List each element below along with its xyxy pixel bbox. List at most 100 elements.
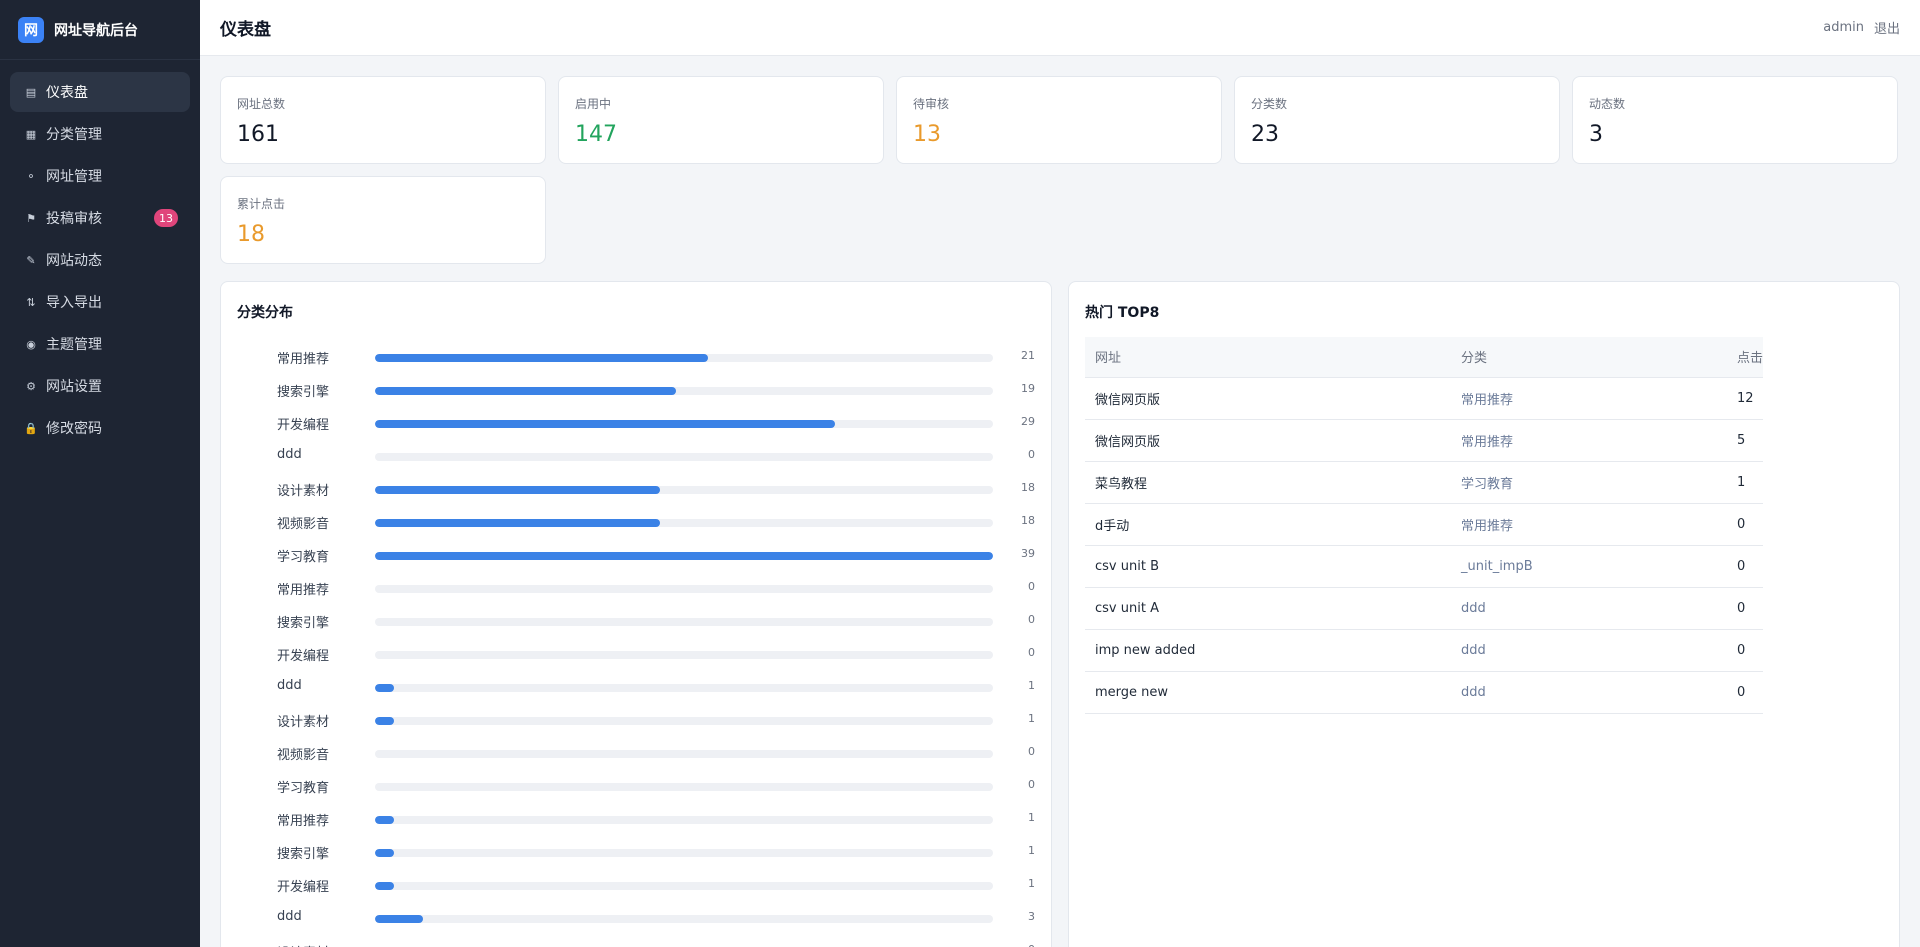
pencil-icon: ✎ (26, 253, 36, 267)
table-row[interactable]: 菜鸟教程 学习教育 1 (1085, 461, 1764, 504)
top-panel: 热门 TOP8 网址 分类 点击 微信网页版 常用推荐 12 微信网页版 常用推荐 5 菜鸟… (1068, 281, 1900, 947)
table-row[interactable]: csv unit B _unit_impB 0 (1085, 545, 1764, 588)
clicks-cell: 0 (1727, 545, 1764, 588)
table-row[interactable]: imp new added ddd 0 (1085, 629, 1764, 672)
distribution-count: 0 (1028, 646, 1035, 659)
grid-icon: ▦ (25, 127, 37, 141)
distribution-count: 0 (1028, 943, 1035, 947)
distribution-bar (375, 717, 394, 725)
sidebar-item-0[interactable]: ▤ 仪表盘 (10, 72, 190, 112)
distribution-title: 分类分布 (237, 305, 293, 321)
stat-label: 分类数 (1251, 97, 1288, 111)
distribution-count: 3 (1028, 910, 1035, 923)
distribution-bar (375, 816, 394, 824)
distribution-row: 常用推荐 0 (237, 575, 1035, 608)
table-row[interactable]: 微信网页版 常用推荐 5 (1085, 419, 1764, 462)
distribution-panel: 分类分布 常用推荐 21 搜索引擎 19 开发编程 29 ddd 0 设计素材 18 视频影音 18 学… (220, 281, 1052, 947)
sidebar-item-5[interactable]: ⇅ 导入导出 (10, 282, 190, 322)
sidebar-nav: ▤ 仪表盘 ▦ 分类管理 ⚬ 网址管理 ⚑ 投稿审核 13 ✎ 网站动态 ⇅ 导入导出 ◉ 主题管理 ⚙ 网站设… (0, 60, 200, 462)
distribution-bar (375, 849, 394, 857)
username: admin (1823, 20, 1864, 35)
distribution-row: 搜索引擎 19 (237, 377, 1035, 410)
sidebar-item-label: 主题管理 (46, 337, 102, 353)
sidebar: 网 网址导航后台 ▤ 仪表盘 ▦ 分类管理 ⚬ 网址管理 ⚑ 投稿审核 13 ✎ 网站动态 ⇅ 导入导出… (0, 0, 200, 947)
top-title: 热门 TOP8 (1085, 305, 1160, 321)
sidebar-item-label: 网站设置 (46, 379, 102, 395)
distribution-track (375, 717, 993, 725)
palette-icon: ◉ (26, 337, 36, 351)
col-clicks: 点击 (1727, 337, 1764, 378)
url-cell: 微信网页版 (1085, 419, 1451, 462)
brand-logo: 网 (18, 16, 44, 43)
distribution-label: ddd (277, 909, 302, 924)
stat-card: 分类数 23 (1234, 76, 1560, 164)
brand[interactable]: 网 网址导航后台 (0, 0, 200, 60)
distribution-count: 0 (1028, 448, 1035, 461)
table-header-row: 网址 分类 点击 (1085, 337, 1764, 378)
distribution-track (375, 915, 993, 923)
dot-icon: ⚬ (26, 169, 36, 183)
sidebar-item-4[interactable]: ✎ 网站动态 (10, 240, 190, 280)
distribution-bar (375, 354, 708, 362)
distribution-label: 设计素材 (277, 484, 330, 499)
stat-card: 动态数 3 (1572, 76, 1898, 164)
distribution-count: 0 (1028, 613, 1035, 626)
distribution-track (375, 387, 993, 395)
url-cell: csv unit A (1085, 587, 1451, 630)
distribution-row: 开发编程 29 (237, 410, 1035, 443)
clicks-cell: 0 (1727, 629, 1764, 672)
stat-label: 累计点击 (237, 197, 286, 211)
distribution-row: ddd 0 (237, 443, 1035, 476)
distribution-row: 学习教育 39 (237, 542, 1035, 575)
distribution-label: ddd (277, 678, 302, 693)
table-row[interactable]: 微信网页版 常用推荐 12 (1085, 377, 1764, 420)
sidebar-item-label: 导入导出 (46, 295, 102, 311)
distribution-count: 0 (1028, 745, 1035, 758)
distribution-label: 设计素材 (277, 715, 330, 730)
distribution-bar (375, 420, 835, 428)
category-cell: 学习教育 (1451, 461, 1727, 504)
sidebar-item-2[interactable]: ⚬ 网址管理 (10, 156, 190, 196)
table-row[interactable]: d手动 常用推荐 0 (1085, 503, 1764, 546)
table-row[interactable]: merge new ddd 0 (1085, 671, 1764, 714)
distribution-count: 0 (1028, 580, 1035, 593)
distribution-row: 学习教育 0 (237, 773, 1035, 806)
distribution-label: ddd (277, 447, 302, 462)
distribution-track (375, 486, 993, 494)
sidebar-item-3[interactable]: ⚑ 投稿审核 13 (10, 198, 190, 238)
url-cell: d手动 (1085, 503, 1451, 546)
clicks-cell: 5 (1727, 419, 1764, 462)
sidebar-item-8[interactable]: 🔒 修改密码 (10, 408, 190, 448)
distribution-bar (375, 552, 993, 560)
distribution-bar (375, 387, 677, 395)
distribution-count: 39 (1021, 547, 1035, 560)
user-area: admin 退出 (1823, 18, 1900, 37)
distribution-row: 开发编程 1 (237, 872, 1035, 905)
distribution-label: 常用推荐 (277, 583, 330, 598)
distribution-track (375, 849, 993, 857)
distribution-track (375, 882, 993, 890)
sidebar-item-7[interactable]: ⚙ 网站设置 (10, 366, 190, 406)
flag-icon: ⚑ (26, 211, 36, 225)
stat-label: 待审核 (913, 97, 950, 111)
distribution-row: 常用推荐 1 (237, 806, 1035, 839)
distribution-count: 18 (1021, 481, 1035, 494)
logout-link[interactable]: 退出 (1874, 18, 1900, 37)
distribution-row: 设计素材 18 (237, 476, 1035, 509)
clicks-cell: 0 (1727, 587, 1764, 630)
stat-card: 网址总数 161 (220, 76, 546, 164)
distribution-row: 开发编程 0 (237, 641, 1035, 674)
gear-icon: ⚙ (26, 379, 36, 393)
distribution-bar (375, 519, 661, 527)
distribution-row: ddd 1 (237, 674, 1035, 707)
table-row[interactable]: csv unit Addd 0 (1085, 587, 1764, 630)
distribution-track (375, 618, 993, 626)
sidebar-item-label: 投稿审核 (46, 211, 102, 227)
distribution-track (375, 750, 993, 758)
sidebar-item-6[interactable]: ◉ 主题管理 (10, 324, 190, 364)
stat-value: 147 (575, 122, 617, 147)
sidebar-item-1[interactable]: ▦ 分类管理 (10, 114, 190, 154)
url-cell: 菜鸟教程 (1085, 461, 1451, 504)
distribution-row: 搜索引擎 1 (237, 839, 1035, 872)
sidebar-item-label: 修改密码 (46, 421, 102, 437)
